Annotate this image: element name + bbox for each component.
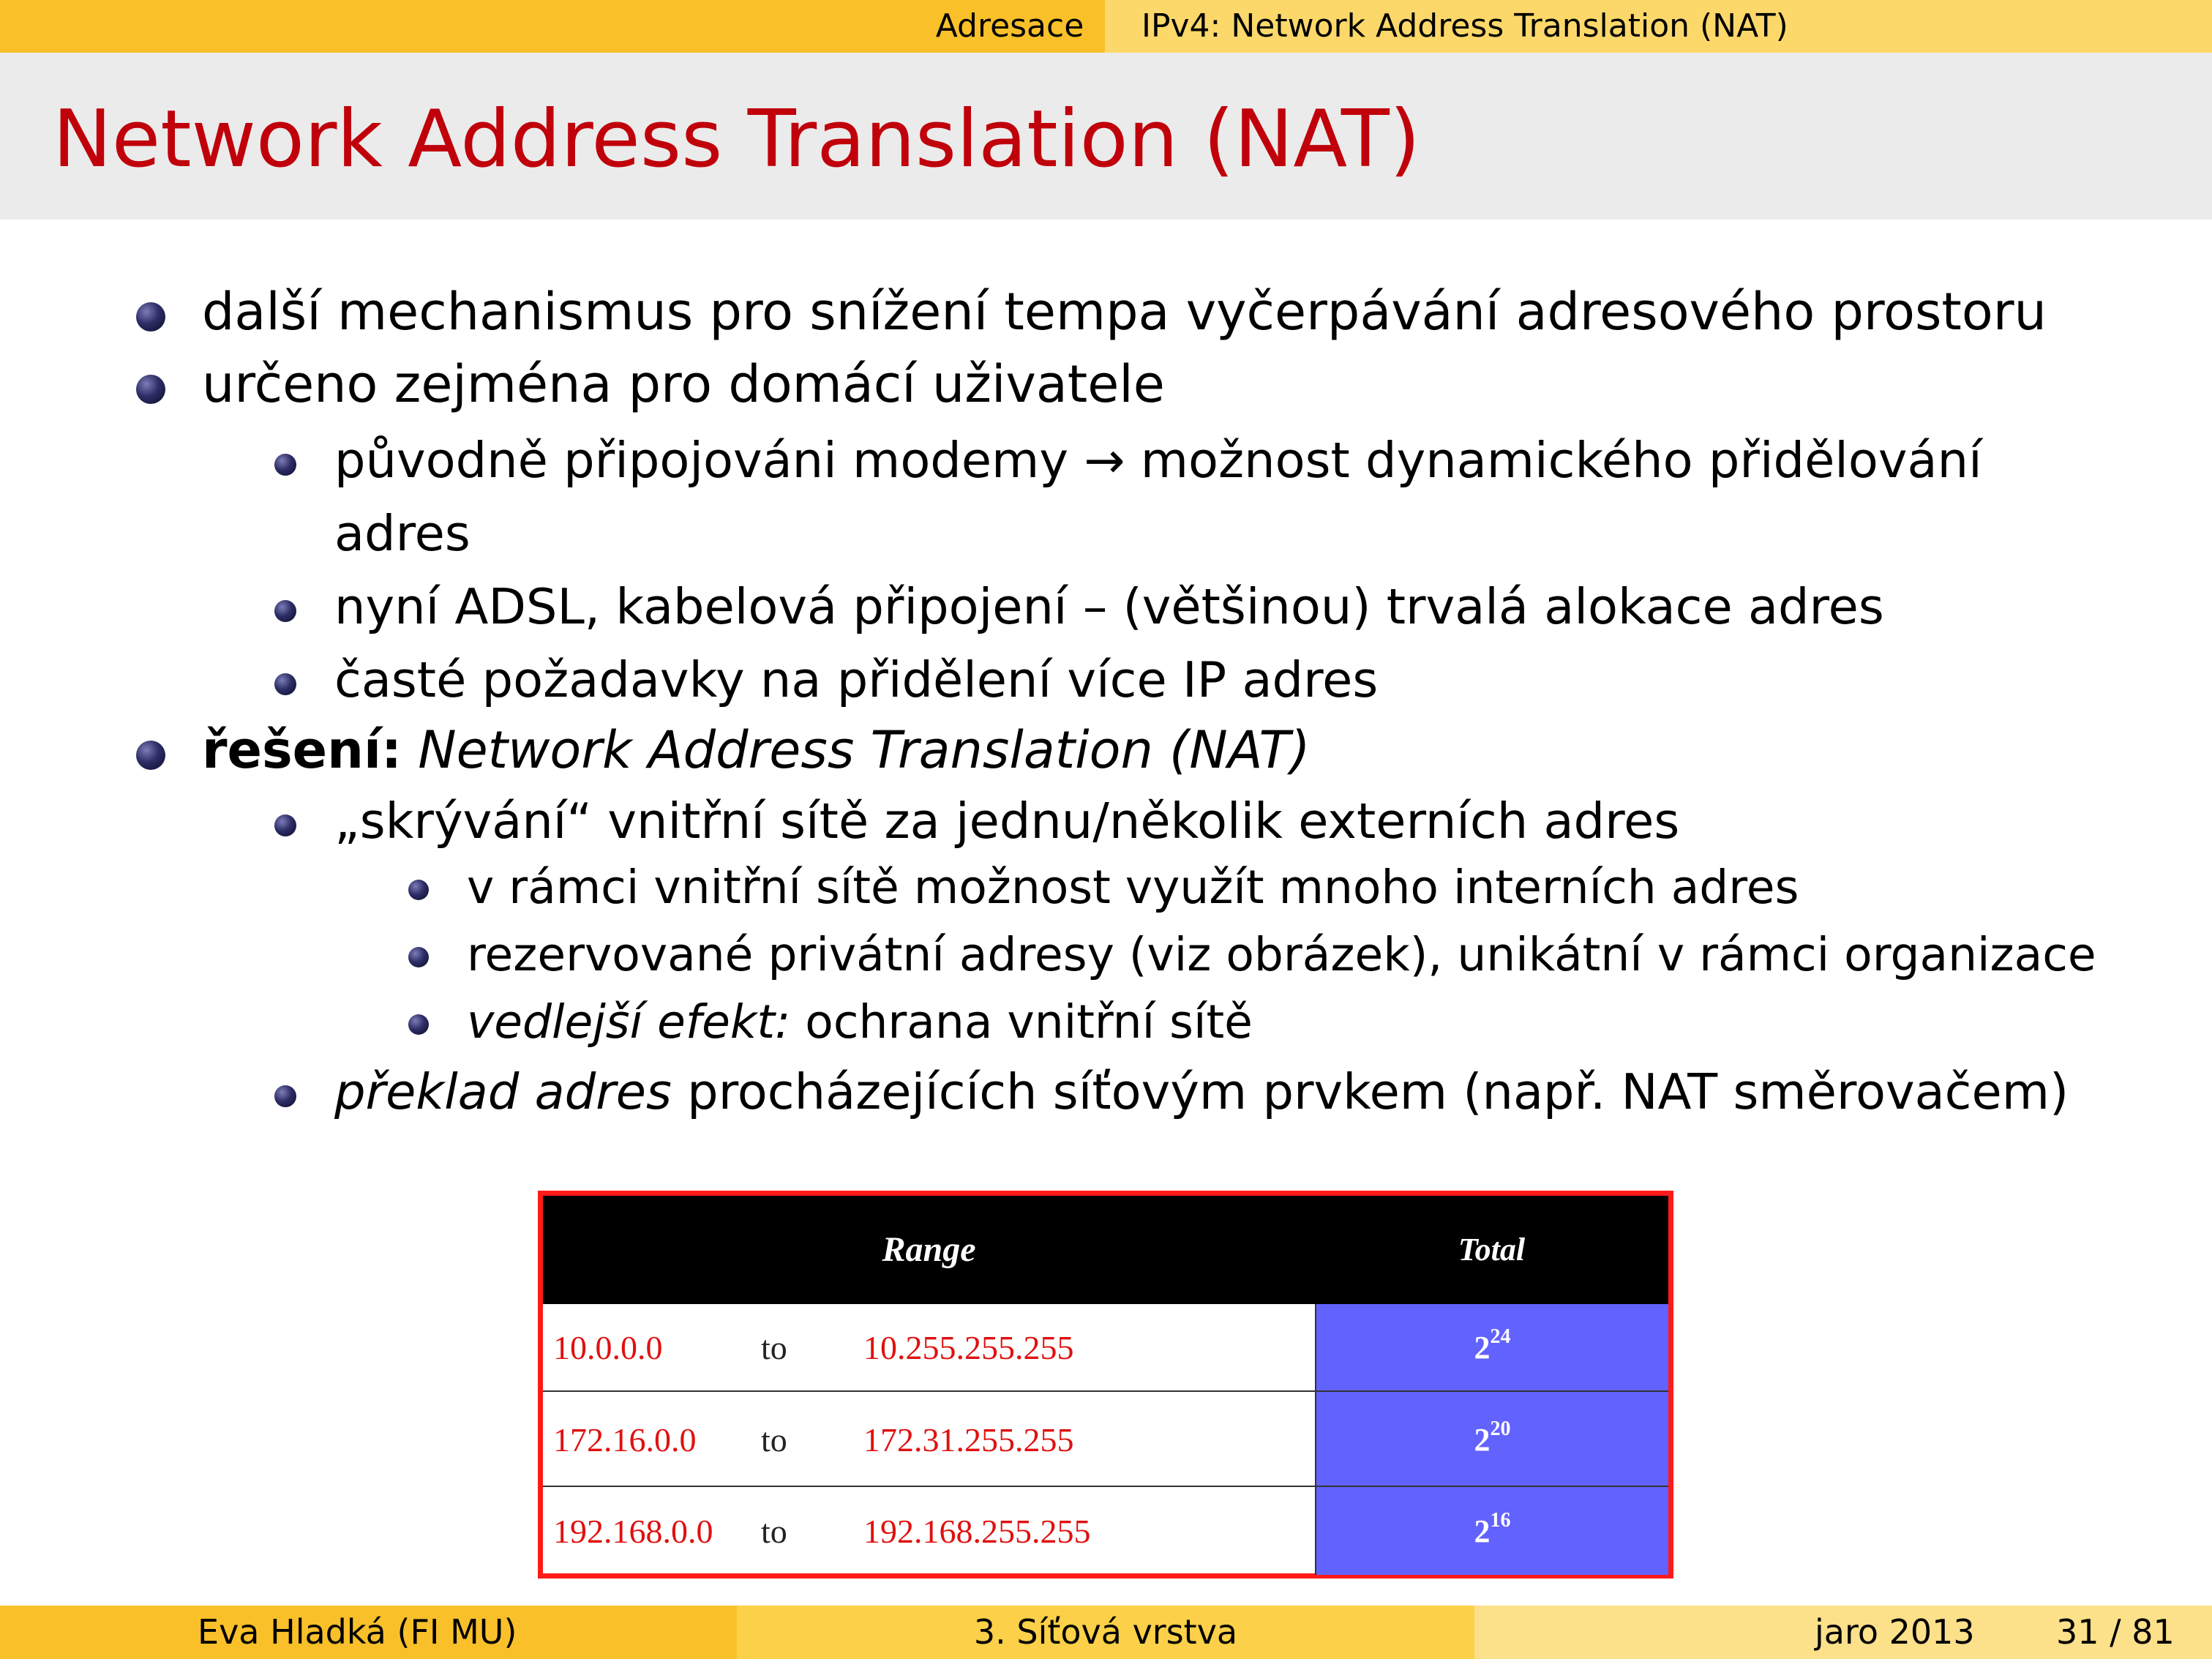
bullet-icon: [274, 454, 296, 476]
range-total: 2 24: [1315, 1304, 1668, 1390]
list-item: původně připojováni modemy → možnost dyn…: [334, 432, 1982, 489]
table-header-row: Range Total: [543, 1196, 1668, 1304]
header-total: Total: [1458, 1232, 1526, 1267]
bullet-icon: [136, 741, 165, 770]
frame-title-bar: Network Address Translation (NAT): [0, 53, 2212, 220]
range-total: 2 20: [1315, 1392, 1668, 1487]
list-item: nyní ADSL, kabelová připojení – (většino…: [334, 578, 1884, 635]
bullet-icon: [274, 673, 296, 695]
list-item: řešení: Network Address Translation (NAT…: [202, 720, 1311, 780]
range-to: to: [761, 1328, 787, 1366]
range-end: 172.31.255.255: [863, 1420, 1074, 1458]
private-address-table: Range Total 10.0.0.0 to 10.255.255.255 2…: [538, 1191, 1673, 1579]
list-item: rezervované privátní adresy (viz obrázek…: [467, 928, 2096, 981]
footer-author: Eva Hladká (FI MU): [198, 1612, 517, 1652]
list-item: překlad adres procházejících síťovým prv…: [334, 1063, 2069, 1120]
table-row: 172.16.0.0 to 172.31.255.255 2 20: [543, 1390, 1668, 1487]
bullet-icon: [274, 1085, 296, 1107]
bullet-icon: [408, 1014, 429, 1035]
bullet-icon: [274, 600, 296, 622]
table-row: 10.0.0.0 to 10.255.255.255 2 24: [543, 1304, 1668, 1390]
header-range: Range: [882, 1230, 976, 1269]
range-start: 10.0.0.0: [553, 1328, 663, 1366]
nav-section[interactable]: Adresace: [915, 0, 1105, 53]
side-effect-text: ochrana vnitřní sítě: [805, 995, 1253, 1049]
range-to: to: [761, 1420, 787, 1458]
list-item-continuation: adres: [334, 505, 470, 562]
list-item: „skrývání“ vnitřní sítě za jednu/několik…: [334, 793, 1680, 850]
table-row: 192.168.0.0 to 192.168.255.255 2 16: [543, 1486, 1668, 1575]
range-end: 10.255.255.255: [863, 1328, 1074, 1366]
footer-date: jaro 2013: [1815, 1612, 1975, 1652]
page-number: 31 / 81: [2056, 1612, 2175, 1652]
range-start: 192.168.0.0: [553, 1512, 713, 1550]
side-effect-label: vedlejší efekt:: [467, 995, 791, 1049]
bullet-icon: [136, 375, 165, 404]
bullet-icon: [136, 302, 165, 332]
footer-lecture: 3. Síťová vrstva: [737, 1606, 1474, 1659]
list-item: další mechanismus pro snížení tempa vyče…: [202, 282, 2047, 342]
translation-text: procházejících síťovým prvkem (např. NAT…: [687, 1063, 2069, 1120]
translation-term: překlad adres: [334, 1063, 672, 1120]
footer-bar: Eva Hladká (FI MU) 3. Síťová vrstva jaro…: [0, 1606, 2212, 1659]
list-item: vedlejší efekt: ochrana vnitřní sítě: [467, 995, 1253, 1049]
list-item: v rámci vnitřní sítě možnost využít mnoh…: [467, 861, 1799, 914]
header-navigation-bar: Adresace IPv4: Network Address Translati…: [0, 0, 2212, 53]
bullet-icon: [408, 947, 429, 967]
nav-subsection[interactable]: IPv4: Network Address Translation (NAT): [1105, 0, 2212, 53]
range-start: 172.16.0.0: [553, 1420, 697, 1458]
footer-info-section: jaro 2013 31 / 81: [1474, 1606, 2212, 1659]
solution-term: Network Address Translation (NAT): [418, 720, 1311, 780]
list-item: časté požadavky na přidělení více IP adr…: [334, 651, 1379, 708]
footer-author-section: Eva Hladká (FI MU): [0, 1606, 737, 1659]
range-to: to: [761, 1512, 787, 1550]
solution-label: řešení:: [202, 720, 402, 780]
frame-title: Network Address Translation (NAT): [53, 94, 1421, 185]
range-total: 2 16: [1315, 1487, 1668, 1575]
list-item: určeno zejména pro domácí uživatele: [202, 354, 1165, 414]
bullet-icon: [408, 880, 429, 900]
bullet-icon: [274, 814, 296, 836]
range-end: 192.168.255.255: [863, 1512, 1091, 1550]
